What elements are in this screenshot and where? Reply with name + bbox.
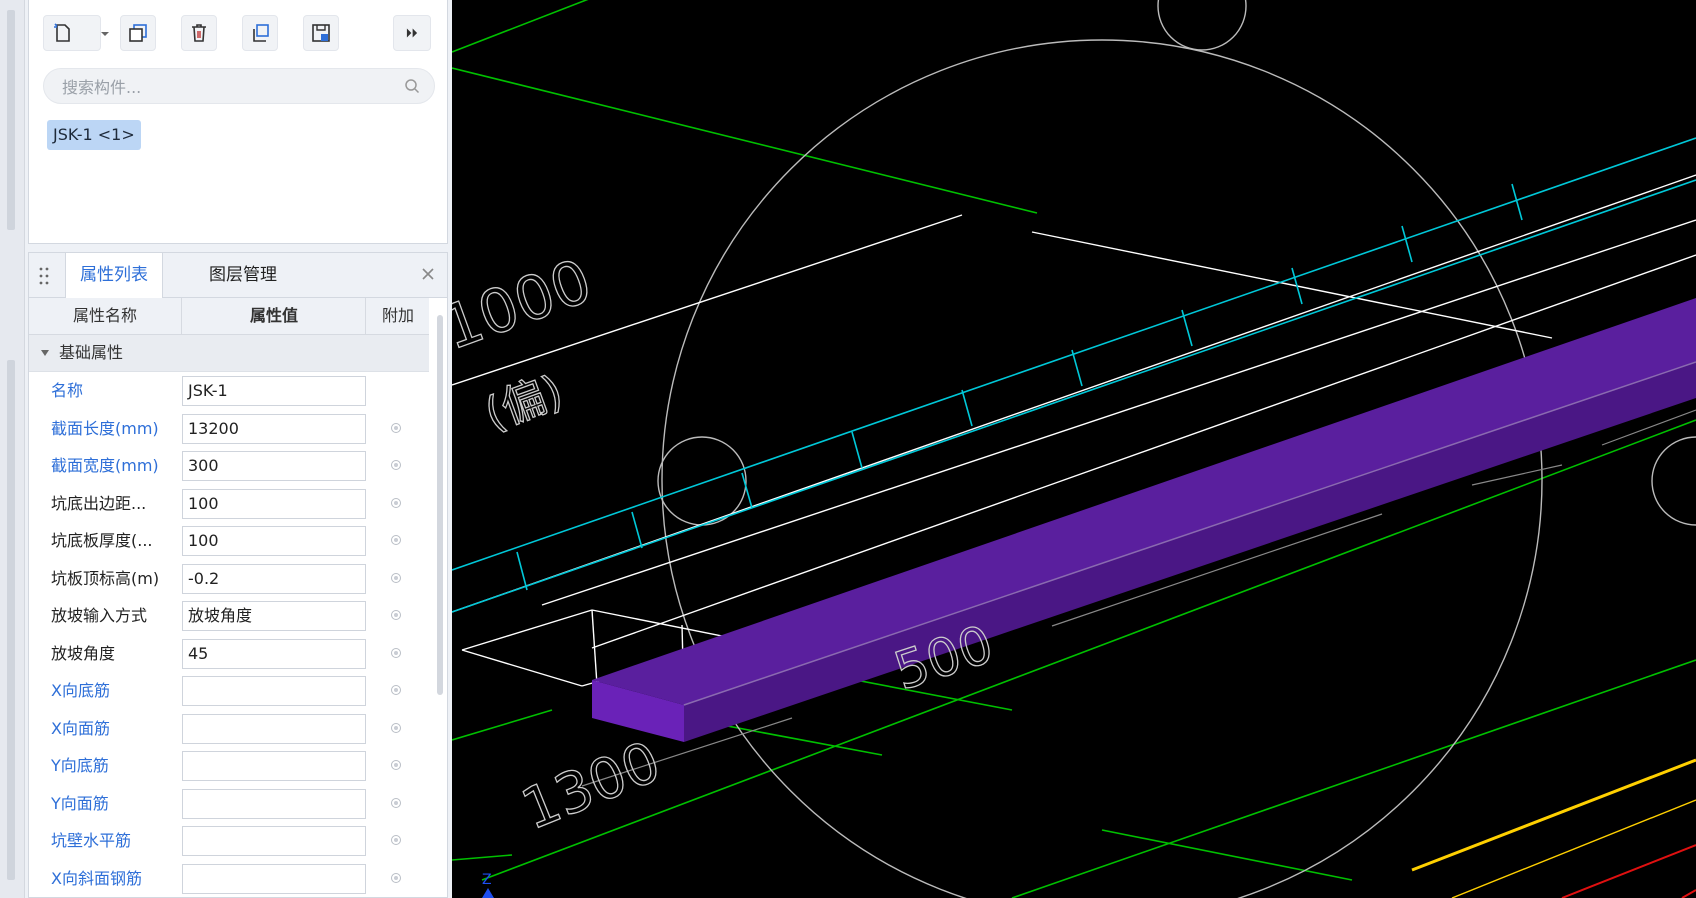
property-row: 坑壁水平筋 bbox=[29, 822, 429, 860]
property-panel: 属性列表 图层管理 属性名称 属性值 附加 基础属性 名称 JSK-1 截面长度(m… bbox=[28, 252, 448, 898]
delete-button[interactable] bbox=[181, 15, 217, 51]
property-name: Y向面筋 bbox=[51, 793, 109, 813]
header-extra: 附加 bbox=[365, 298, 430, 334]
property-name: X向斜面钢筋 bbox=[51, 868, 142, 888]
tab-property-list[interactable]: 属性列表 bbox=[65, 253, 163, 298]
delete-icon bbox=[192, 24, 206, 42]
extra-radio[interactable] bbox=[391, 460, 401, 470]
property-name: 坑壁水平筋 bbox=[51, 831, 132, 850]
more-button[interactable] bbox=[393, 15, 431, 51]
property-value-field[interactable] bbox=[182, 788, 366, 819]
tab-bar: 属性列表 图层管理 bbox=[29, 253, 447, 298]
header-name: 属性名称 bbox=[72, 306, 137, 325]
group-label: 基础属性 bbox=[59, 343, 124, 362]
extra-radio[interactable] bbox=[391, 722, 401, 733]
header-value: 属性值 bbox=[181, 298, 366, 334]
extra-radio[interactable] bbox=[391, 497, 401, 508]
duplicate-button[interactable] bbox=[242, 15, 278, 51]
component-panel: JSK-1 <1> bbox=[28, 0, 448, 244]
extra-radio[interactable] bbox=[391, 872, 401, 883]
cad-viewport[interactable]: 1000 500 1300 (偏) Z bbox=[452, 0, 1696, 898]
property-row: 名称 JSK-1 bbox=[29, 372, 429, 410]
extra-radio[interactable] bbox=[391, 685, 401, 695]
property-value-field[interactable] bbox=[182, 676, 366, 706]
property-row: 坑底出边距... 100 bbox=[29, 485, 429, 523]
property-name: 坑板顶标高(m) bbox=[51, 568, 160, 588]
copy-button[interactable] bbox=[120, 15, 156, 51]
property-row: Y向面筋 bbox=[29, 785, 429, 823]
property-value-field[interactable]: 45 bbox=[182, 638, 366, 669]
new-component-button[interactable] bbox=[43, 15, 101, 51]
property-row: 放坡角度 45 bbox=[29, 635, 429, 673]
save-button[interactable] bbox=[303, 15, 339, 51]
extra-radio[interactable] bbox=[391, 535, 401, 545]
property-value-field[interactable] bbox=[182, 863, 366, 894]
property-row: 坑板顶标高(m) -0.2 bbox=[29, 560, 429, 598]
property-row: X向底筋 bbox=[29, 672, 429, 710]
extra-radio[interactable] bbox=[391, 647, 401, 658]
expand-triangle-icon bbox=[41, 350, 49, 356]
property-value-field[interactable]: 13200 bbox=[182, 413, 366, 444]
extra-radio[interactable] bbox=[391, 760, 401, 770]
property-value-field[interactable] bbox=[182, 826, 366, 856]
property-name: X向底筋 bbox=[51, 681, 110, 700]
extra-radio[interactable] bbox=[391, 797, 401, 808]
property-value-field[interactable]: 放坡角度 bbox=[182, 601, 366, 631]
property-row: Y向底筋 bbox=[29, 747, 429, 785]
chevron-down-icon[interactable] bbox=[98, 29, 112, 39]
extra-radio[interactable] bbox=[391, 572, 401, 583]
extra-radio[interactable] bbox=[391, 422, 401, 433]
property-value-field[interactable] bbox=[182, 713, 366, 744]
side-strip bbox=[0, 0, 25, 898]
property-name: 坑底板厚度(... bbox=[51, 531, 153, 550]
scrollbar[interactable] bbox=[437, 315, 443, 695]
property-name: X向面筋 bbox=[51, 718, 110, 738]
property-name: 放坡角度 bbox=[51, 643, 116, 663]
tab-layer-management[interactable]: 图层管理 bbox=[195, 253, 291, 297]
property-row: 截面长度(mm) 13200 bbox=[29, 410, 429, 448]
search-icon[interactable] bbox=[404, 78, 420, 94]
property-value-field[interactable] bbox=[182, 751, 366, 781]
property-row: 放坡输入方式 放坡角度 bbox=[29, 597, 429, 635]
strip-mark bbox=[7, 360, 15, 880]
property-value-field[interactable]: -0.2 bbox=[182, 563, 366, 594]
property-row: X向斜面钢筋 bbox=[29, 860, 429, 898]
left-panel: JSK-1 <1> 属性列表 图层管理 属性名称 属性值 附加 基础属性 名称 J… bbox=[0, 0, 452, 898]
more-icon bbox=[406, 28, 418, 38]
property-value-field[interactable]: 100 bbox=[182, 488, 366, 519]
extra-radio[interactable] bbox=[391, 610, 401, 620]
property-row: 截面宽度(mm) 300 bbox=[29, 447, 429, 485]
property-name: Y向底筋 bbox=[51, 756, 109, 775]
property-row: 坑底板厚度(... 100 bbox=[29, 522, 429, 560]
property-name: 坑底出边距... bbox=[51, 493, 147, 513]
duplicate-icon bbox=[253, 24, 269, 42]
close-icon[interactable] bbox=[419, 265, 437, 283]
drag-grip-icon[interactable] bbox=[39, 266, 49, 286]
property-name: 截面长度(mm) bbox=[51, 418, 159, 438]
save-icon bbox=[312, 24, 330, 42]
search-input[interactable] bbox=[60, 69, 394, 105]
property-name: 放坡输入方式 bbox=[51, 606, 148, 625]
group-basic-properties[interactable]: 基础属性 bbox=[29, 335, 429, 372]
property-value-field[interactable]: 300 bbox=[182, 451, 366, 481]
svg-text:Z: Z bbox=[482, 872, 492, 888]
table-header: 属性名称 属性值 附加 bbox=[29, 298, 429, 335]
extra-radio[interactable] bbox=[391, 835, 401, 845]
component-item[interactable]: JSK-1 <1> bbox=[47, 120, 141, 150]
property-name: 名称 bbox=[51, 381, 84, 400]
strip-mark bbox=[7, 10, 15, 230]
property-value-field[interactable]: JSK-1 bbox=[182, 376, 366, 406]
property-name: 截面宽度(mm) bbox=[51, 456, 159, 475]
property-row: X向面筋 bbox=[29, 710, 429, 748]
copy-icon bbox=[129, 24, 147, 42]
search-box bbox=[43, 68, 435, 105]
new-component-icon bbox=[54, 23, 70, 42]
property-value-field[interactable]: 100 bbox=[182, 526, 366, 556]
